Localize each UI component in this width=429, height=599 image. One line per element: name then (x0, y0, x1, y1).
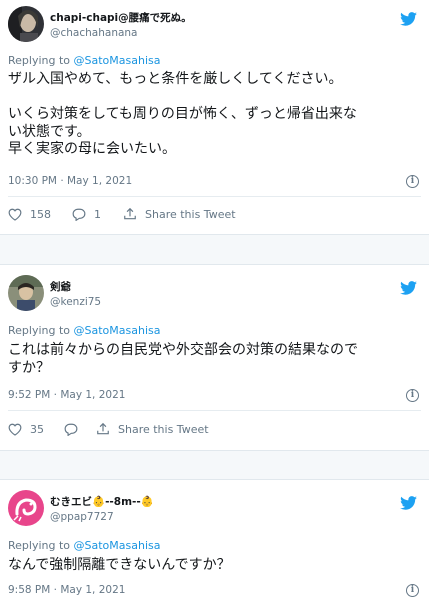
like-count: 158 (30, 207, 51, 221)
like-count: 35 (30, 422, 44, 436)
replying-to-label: Replying to (8, 539, 74, 552)
display-name[interactable]: 剣爺 (50, 279, 71, 294)
avatar[interactable] (8, 490, 44, 526)
share-icon (124, 207, 136, 220)
reply-button[interactable]: 1 (72, 208, 101, 221)
reply-button[interactable] (64, 423, 78, 436)
display-name[interactable]: むきエビ👶‐‐8m‐‐👶 (50, 494, 154, 509)
mention-link[interactable]: @SatoMasahisa (74, 539, 161, 552)
share-label: Share this Tweet (145, 207, 236, 221)
reply-icon (64, 423, 78, 436)
tweet-text: ザル入国やめて、もっと条件を厳しくしてください。 いくら対策をしても周りの目が怖… (8, 71, 357, 157)
twitter-bird-icon[interactable] (400, 12, 417, 26)
replying-to-label: Replying to (8, 54, 74, 67)
tweet-header: chapi-chapi@腰痛で死ぬ。 @chachahanana (8, 6, 429, 46)
display-name[interactable]: chapi-chapi@腰痛で死ぬ。 (50, 10, 192, 25)
avatar[interactable] (8, 275, 44, 311)
replying-to: Replying to @SatoMasahisa (8, 324, 160, 337)
user-handle[interactable]: @chachahanana (50, 27, 138, 39)
reply-count: 1 (94, 207, 101, 221)
share-button[interactable]: Share this Tweet (96, 422, 209, 436)
reply-icon (72, 208, 86, 221)
divider (8, 196, 421, 197)
tweet-card: chapi-chapi@腰痛で死ぬ。 @chachahanana Replyin… (0, 0, 429, 235)
share-button[interactable]: Share this Tweet (123, 207, 236, 221)
like-button[interactable]: 35 (8, 423, 44, 436)
twitter-bird-icon[interactable] (400, 496, 417, 510)
user-handle[interactable]: @ppap7727 (50, 511, 114, 523)
tweet-text: これは前々からの自民党や外交部会の対策の結果なので すか？ (8, 342, 358, 376)
heart-icon (8, 423, 22, 436)
tweet-actions: 35 Share this Tweet (8, 421, 209, 437)
info-icon[interactable]: i (406, 389, 419, 402)
mention-link[interactable]: @SatoMasahisa (74, 324, 161, 337)
tweet-timestamp[interactable]: 9:52 PM · May 1, 2021 (8, 389, 125, 401)
tweet-actions: 158 1 Share this Tweet (8, 206, 236, 222)
share-icon (97, 422, 109, 435)
user-handle[interactable]: @kenzi75 (50, 296, 101, 308)
share-label: Share this Tweet (118, 422, 209, 436)
tweet-header: 剣爺 @kenzi75 (8, 275, 429, 315)
mention-link[interactable]: @SatoMasahisa (74, 54, 161, 67)
tweet-header: むきエビ👶‐‐8m‐‐👶 @ppap7727 (8, 490, 429, 530)
tweet-text: なんで強制隔離できないんですか？ (8, 557, 231, 573)
replying-to-label: Replying to (8, 324, 74, 337)
tweet-card: むきエビ👶‐‐8m‐‐👶 @ppap7727 Replying to @Sato… (0, 479, 429, 599)
tweet-card: 剣爺 @kenzi75 Replying to @SatoMasahisa これ… (0, 264, 429, 451)
replying-to: Replying to @SatoMasahisa (8, 54, 160, 67)
heart-icon (8, 208, 22, 221)
info-icon[interactable]: i (406, 175, 419, 188)
tweet-timestamp[interactable]: 9:58 PM · May 1, 2021 (8, 584, 125, 596)
avatar[interactable] (8, 6, 44, 42)
like-button[interactable]: 158 (8, 208, 51, 221)
twitter-bird-icon[interactable] (400, 281, 417, 295)
divider (8, 410, 421, 411)
tweet-timestamp[interactable]: 10:30 PM · May 1, 2021 (8, 175, 132, 187)
replying-to: Replying to @SatoMasahisa (8, 539, 160, 552)
